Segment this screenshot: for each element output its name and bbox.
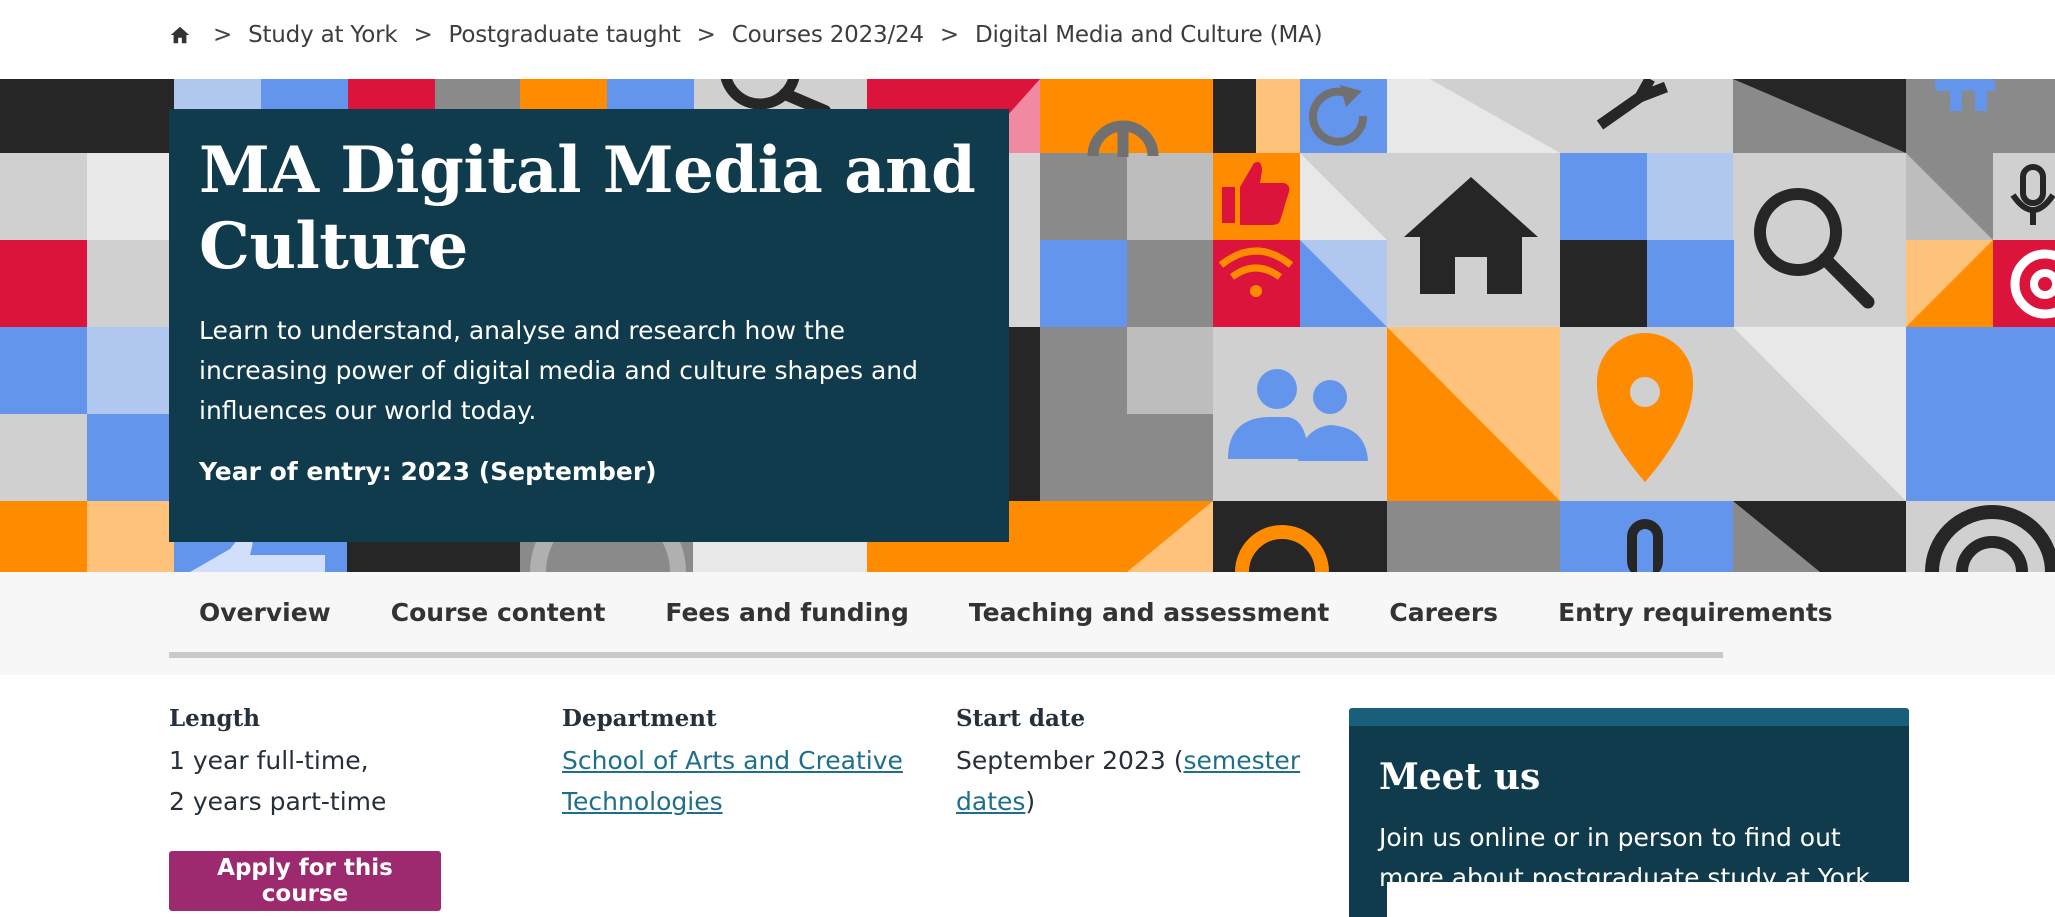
start-date-text: September 2023 ( — [956, 746, 1184, 775]
hero-banner: MA Digital Media and Culture Learn to un… — [0, 79, 2055, 572]
breadcrumb-separator: > — [413, 22, 433, 48]
breadcrumb-separator: > — [696, 22, 716, 48]
start-date-suffix: ) — [1025, 787, 1036, 816]
breadcrumb-separator: > — [939, 22, 959, 48]
overlay-panel — [1387, 882, 1909, 917]
tab-bar-background: Overview Course content Fees and funding… — [0, 572, 2055, 675]
department-label: Department — [562, 705, 717, 732]
hero-card: MA Digital Media and Culture Learn to un… — [169, 109, 1009, 542]
breadcrumb-current: Digital Media and Culture (MA) — [974, 22, 1323, 48]
start-date-value: September 2023 (semester dates) — [956, 740, 1306, 822]
department-value: School of Arts and Creative Technologies — [562, 740, 922, 822]
tab-course-content[interactable]: Course content — [361, 598, 636, 627]
home-icon[interactable] — [169, 24, 191, 46]
start-date-info: Start date September 2023 (semester date… — [956, 705, 1306, 822]
year-of-entry: Year of entry: 2023 (September) — [199, 457, 657, 486]
start-date-label: Start date — [956, 705, 1086, 732]
tab-entry-requirements[interactable]: Entry requirements — [1528, 598, 1863, 627]
breadcrumb-courses[interactable]: Courses 2023/24 — [732, 22, 924, 48]
tab-teaching-and-assessment[interactable]: Teaching and assessment — [939, 598, 1360, 627]
meet-us-title: Meet us — [1379, 756, 1541, 798]
length-label: Length — [169, 705, 260, 732]
breadcrumb: > Study at York > Postgraduate taught > … — [169, 14, 1323, 56]
tab-fees-and-funding[interactable]: Fees and funding — [635, 598, 938, 627]
page-title: MA Digital Media and Culture — [199, 133, 976, 284]
bar-icon — [1627, 519, 1663, 572]
department-link[interactable]: School of Arts and Creative Technologies — [562, 746, 903, 816]
breadcrumb-separator: > — [213, 22, 233, 48]
course-description: Learn to understand, analyse and researc… — [199, 316, 918, 425]
course-tabs: Overview Course content Fees and funding… — [169, 572, 1833, 658]
breadcrumb-postgraduate-taught[interactable]: Postgraduate taught — [449, 22, 681, 48]
apply-button[interactable]: Apply for this course — [169, 851, 441, 911]
department-info: Department School of Arts and Creative T… — [562, 705, 922, 822]
length-value-parttime: 2 years part-time — [169, 787, 387, 816]
length-value-fulltime: 1 year full-time, — [169, 746, 369, 775]
tab-careers[interactable]: Careers — [1359, 598, 1528, 627]
length-info: Length 1 year full-time, 2 years part-ti… — [169, 705, 549, 822]
breadcrumb-study-at-york[interactable]: Study at York — [248, 22, 398, 48]
tab-overview[interactable]: Overview — [169, 598, 361, 627]
